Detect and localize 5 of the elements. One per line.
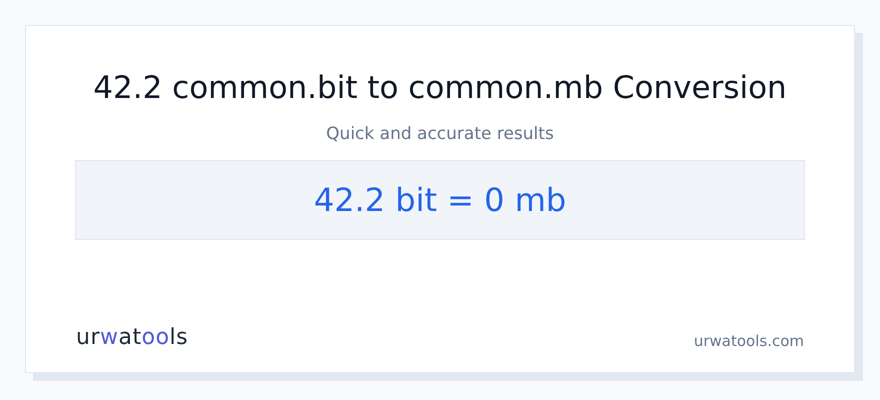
- site-name: urwatools.com: [694, 332, 804, 350]
- conversion-result: 42.2 bit = 0 mb: [314, 181, 566, 219]
- page-title: 42.2 common.bit to common.mb Conversion: [93, 70, 787, 106]
- subtitle: Quick and accurate results: [326, 124, 554, 144]
- logo: urwatools: [76, 325, 188, 350]
